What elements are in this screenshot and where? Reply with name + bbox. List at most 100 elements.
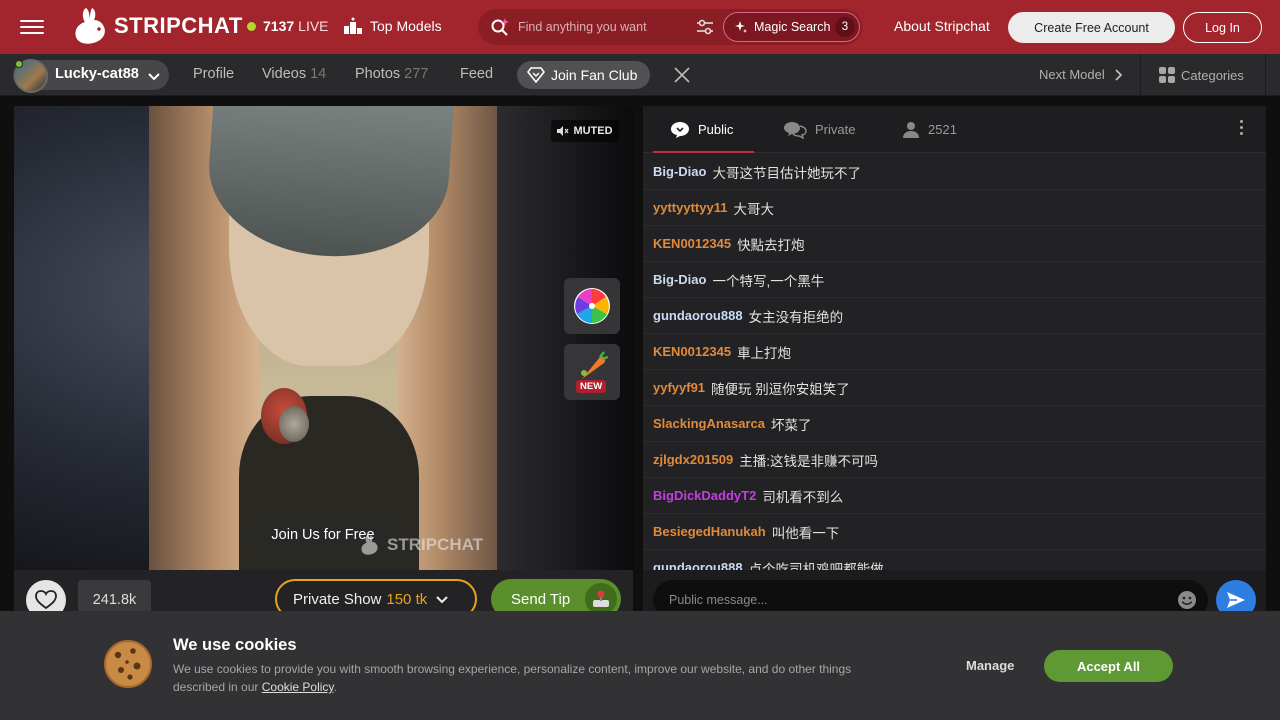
tab-viewers[interactable]: 2521 [902,106,957,153]
tab-photos[interactable]: Photos 277 [355,66,428,82]
login-button[interactable]: Log In [1183,12,1262,43]
menu-icon[interactable] [20,16,44,38]
send-message-button[interactable] [1216,580,1256,614]
chat-message: KEN0012345 快點去打炮 [643,226,1266,262]
cookie-banner: We use cookies We use cookies to provide… [0,611,1280,720]
model-name: Lucky-cat88 [55,66,139,82]
video-player[interactable]: MUTED NEW Join Us for Free STRIPCHAT [14,106,633,570]
chat-tabs: Public Private 2521 [643,106,1266,153]
sparkle-icon [735,21,747,33]
chat-username[interactable]: BesiegedHanukah [653,524,766,539]
chat-text: 一个特写,一个黑牛 [712,273,825,289]
chat-username[interactable]: KEN0012345 [653,344,731,359]
magic-search-button[interactable]: Magic Search 3 [723,12,860,42]
chat-message-input[interactable] [653,580,1208,614]
new-feature-button[interactable]: NEW [564,344,620,400]
search-bar: Magic Search 3 [478,9,862,45]
top-models-link[interactable]: Top Models [344,17,442,35]
about-link[interactable]: About Stripchat [894,18,990,34]
grid-icon [1159,67,1175,83]
heart-icon [35,590,57,610]
chat-message: yyfyyf91 随便玩 别逗你安姐笑了 [643,370,1266,406]
chat-panel: Public Private 2521 Big-Diao 大哥这节目估计她玩不了 y… [643,106,1266,614]
tab-private-chat[interactable]: Private [783,106,855,153]
new-badge: NEW [576,380,607,393]
chat-text: 大哥这节目估计她玩不了 [712,165,861,181]
divider [1140,54,1141,96]
chevron-down-icon [436,596,448,604]
chat-username[interactable]: gundaorou888 [653,308,743,323]
categories-button[interactable]: Categories [1159,67,1244,83]
chat-text: 女主没有拒绝的 [748,309,844,325]
x-twitter-icon[interactable] [674,67,690,83]
tab-public-label: Public [698,122,734,137]
categories-label: Categories [1181,67,1244,83]
cookie-policy-link[interactable]: Cookie Policy [262,680,334,694]
online-status-icon [15,60,23,68]
player-controls: 241.8k Private Show 150 tk Send Tip [14,570,633,620]
fan-club-label: Join Fan Club [551,67,638,83]
chat-message: KEN0012345 車上打炮 [643,334,1266,370]
tab-videos[interactable]: Videos 14 [262,66,326,82]
chat-username[interactable]: Big-Diao [653,164,706,179]
emoji-icon[interactable] [1177,590,1197,610]
wheel-of-fortune-button[interactable] [564,278,620,334]
chat-text: 快點去打炮 [737,237,805,253]
site-logo[interactable]: STRIPCHAT [72,5,243,47]
video-stream[interactable] [149,106,497,570]
muted-label: MUTED [573,125,613,137]
tab-photos-label: Photos [355,66,401,82]
muted-badge[interactable]: MUTED [551,120,619,142]
logo-text: STRIPCHAT [114,13,243,38]
cookie-period: . [333,680,337,694]
model-selector[interactable]: Lucky-cat88 [13,59,169,93]
chat-username[interactable]: zjlgdx201509 [653,452,733,467]
tab-public-chat[interactable]: Public [670,106,733,153]
videos-count: 14 [310,66,327,82]
chat-username[interactable]: Big-Diao [653,272,706,287]
live-label: LIVE [298,18,329,34]
cookie-icon [104,640,152,688]
bunny-watermark-icon [361,535,378,555]
chat-message: BesiegedHanukah 叫他看一下 [643,514,1266,550]
filter-sliders-icon[interactable] [696,18,714,36]
next-model-button[interactable]: Next Model [1039,67,1125,82]
chat-bubble-icon [671,121,689,138]
create-account-button[interactable]: Create Free Account [1008,12,1175,43]
chat-username[interactable]: yyttyyttyy11 [653,200,727,215]
accept-all-button[interactable]: Accept All [1044,650,1173,682]
speaker-muted-icon [557,126,569,136]
color-wheel-icon [574,288,610,324]
chat-message: zjlgdx201509 主播:这钱是非赚不可吗 [643,442,1266,478]
chat-input-bar [643,570,1266,614]
cookie-title: We use cookies [173,636,297,654]
manage-cookies-button[interactable]: Manage [966,658,1014,673]
chat-username[interactable]: yyfyyf91 [653,380,705,395]
more-options-icon[interactable] [1238,120,1244,140]
search-input[interactable] [518,17,688,37]
video-frame-part [279,406,309,442]
join-fan-club-button[interactable]: Join Fan Club [517,61,650,89]
cookie-description: We use cookies to provide you with smoot… [173,660,893,696]
next-model-label: Next Model [1039,67,1105,82]
chat-text: 主播:这钱是非赚不可吗 [739,453,878,469]
chat-text: 大哥大 [733,201,774,217]
live-count: 7137 [263,18,295,34]
chat-bubbles-icon [784,121,807,139]
chat-text: 叫他看一下 [771,525,840,541]
chat-message: yyttyyttyy11 大哥大 [643,190,1266,226]
chat-message-list: Big-Diao 大哥这节目估计她玩不了 yyttyyttyy11 大哥大 KEN001… [643,154,1266,586]
chat-message: BigDickDaddyT2 司机看不到么 [643,478,1266,514]
tab-profile[interactable]: Profile [193,66,234,82]
model-subnav: Lucky-cat88 Profile Videos 14 Photos 277 F… [0,54,1280,96]
chat-username[interactable]: BigDickDaddyT2 [653,488,756,503]
live-indicator[interactable]: 7137 LIVE [247,18,329,34]
chat-username[interactable]: SlackingAnasarca [653,416,765,431]
private-show-price: 150 tk [386,590,428,608]
tab-private-label: Private [815,122,856,137]
chat-text: 司机看不到么 [762,489,844,505]
chat-username[interactable]: KEN0012345 [653,236,731,251]
chat-message: SlackingAnasarca 坏菜了 [643,406,1266,442]
magic-search-count-badge: 3 [835,17,855,37]
tab-feed[interactable]: Feed [460,66,493,82]
